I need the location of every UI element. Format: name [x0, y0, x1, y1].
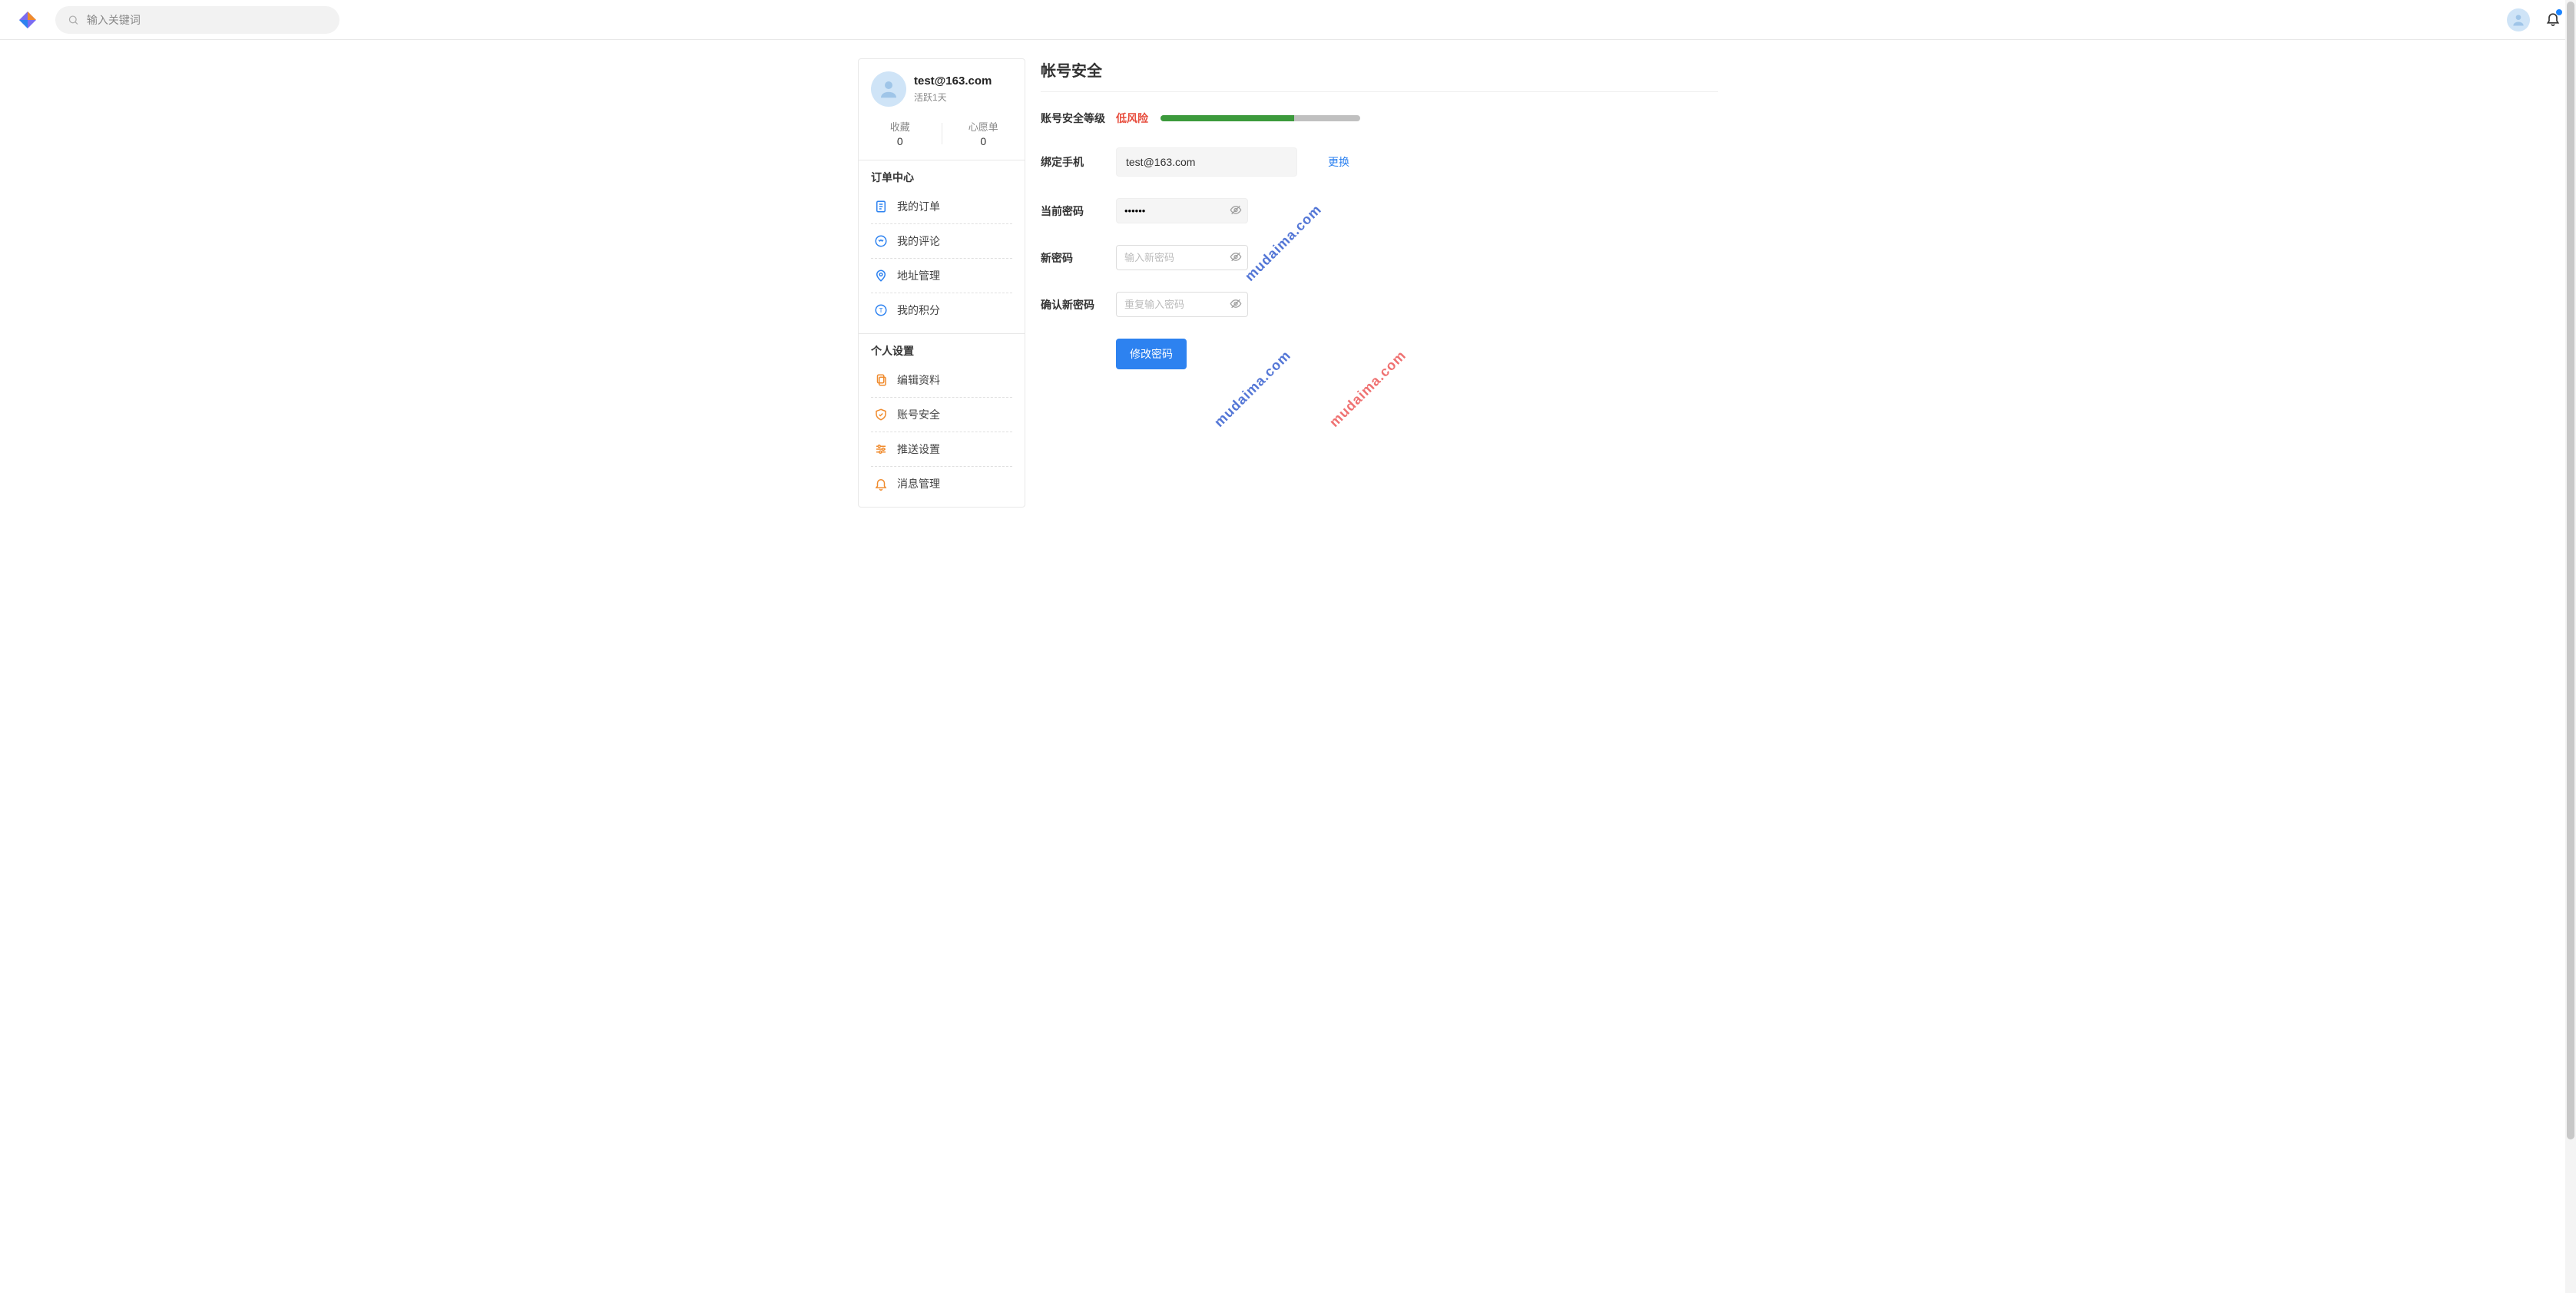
sidebar-item-label: 地址管理 — [897, 268, 940, 283]
search-input[interactable] — [87, 14, 327, 26]
profile-activity: 活跃1天 — [914, 91, 992, 104]
sidebar-item-label: 编辑资料 — [897, 372, 940, 388]
sidebar-item-edit-profile[interactable]: 编辑资料 — [871, 363, 1012, 398]
stat-favorites[interactable]: 收藏 0 — [859, 119, 942, 147]
logo-icon — [18, 10, 38, 30]
edit-icon — [874, 373, 888, 387]
row-confirm-password: 确认新密码 — [1041, 292, 1718, 317]
notification-button[interactable] — [2545, 11, 2561, 28]
watermark: mudaima.com — [1326, 347, 1409, 430]
points-icon: T — [874, 303, 888, 317]
avatar-icon — [877, 78, 900, 101]
sidebar-section-orders: 订单中心 我的订单 我的评论 地址管理 T — [859, 160, 1025, 333]
sidebar-item-messages[interactable]: 消息管理 — [871, 467, 1012, 501]
security-level-value: 低风险 — [1116, 111, 1148, 126]
bind-phone-value: test@163.com — [1116, 147, 1297, 177]
eye-icon[interactable] — [1230, 203, 1242, 218]
search-box[interactable] — [55, 6, 339, 34]
profile-name: test@163.com — [914, 74, 992, 88]
sidebar: test@163.com 活跃1天 收藏 0 心愿单 0 订单中心 我的订单 — [858, 58, 1025, 508]
page-title: 帐号安全 — [1041, 58, 1718, 92]
sidebar-item-label: 账号安全 — [897, 407, 940, 422]
avatar[interactable] — [2507, 8, 2530, 31]
section-title: 订单中心 — [871, 170, 1012, 185]
comment-icon — [874, 234, 888, 248]
stat-value: 0 — [859, 135, 942, 147]
current-password-input[interactable] — [1116, 198, 1248, 223]
confirm-password-input[interactable] — [1116, 292, 1248, 317]
row-new-password: 新密码 — [1041, 245, 1718, 270]
section-title: 个人设置 — [871, 343, 1012, 359]
svg-text:T: T — [879, 307, 882, 314]
scrollbar-thumb[interactable] — [2567, 2, 2574, 1139]
label-security-level: 账号安全等级 — [1041, 111, 1116, 126]
sidebar-item-label: 我的积分 — [897, 303, 940, 318]
change-link[interactable]: 更换 — [1328, 154, 1349, 170]
sidebar-item-label: 消息管理 — [897, 476, 940, 491]
stat-label: 收藏 — [859, 119, 942, 134]
sidebar-item-points[interactable]: T 我的积分 — [871, 293, 1012, 327]
sidebar-item-label: 我的订单 — [897, 199, 940, 214]
eye-icon[interactable] — [1230, 297, 1242, 312]
scrollbar[interactable] — [2565, 0, 2576, 1293]
notification-dot — [2556, 9, 2562, 15]
avatar-icon — [2511, 12, 2526, 28]
sidebar-item-label: 推送设置 — [897, 441, 940, 457]
label-bind-phone: 绑定手机 — [1041, 154, 1116, 170]
search-icon — [68, 14, 79, 26]
label-current-password: 当前密码 — [1041, 203, 1116, 219]
main: 帐号安全 账号安全等级 低风险 绑定手机 test@163.com 更换 当前密… — [1041, 58, 1718, 508]
location-icon — [874, 269, 888, 283]
profile-stats: 收藏 0 心愿单 0 — [859, 114, 1025, 160]
profile-card: test@163.com 活跃1天 — [859, 59, 1025, 114]
sidebar-item-label: 我的评论 — [897, 233, 940, 249]
stat-value: 0 — [942, 135, 1025, 147]
stat-label: 心愿单 — [942, 119, 1025, 134]
header-right — [2507, 8, 2561, 31]
order-icon — [874, 200, 888, 213]
row-security-level: 账号安全等级 低风险 — [1041, 111, 1718, 126]
watermark: mudaima.com — [1211, 347, 1294, 430]
container: test@163.com 活跃1天 收藏 0 心愿单 0 订单中心 我的订单 — [858, 40, 1718, 508]
submit-button[interactable]: 修改密码 — [1116, 339, 1187, 369]
bell-icon — [874, 477, 888, 491]
row-bind-phone: 绑定手机 test@163.com 更换 — [1041, 147, 1718, 177]
sidebar-item-address[interactable]: 地址管理 — [871, 259, 1012, 293]
label-new-password: 新密码 — [1041, 250, 1116, 266]
header — [0, 0, 2576, 40]
row-current-password: 当前密码 — [1041, 198, 1718, 223]
shield-icon — [874, 408, 888, 422]
sidebar-item-my-orders[interactable]: 我的订单 — [871, 190, 1012, 224]
security-progress — [1161, 115, 1360, 121]
stat-wishlist[interactable]: 心愿单 0 — [942, 119, 1025, 147]
avatar-large — [871, 71, 906, 107]
eye-icon[interactable] — [1230, 250, 1242, 265]
logo[interactable] — [15, 8, 40, 32]
settings-icon — [874, 442, 888, 456]
label-confirm-password: 确认新密码 — [1041, 297, 1116, 313]
new-password-input[interactable] — [1116, 245, 1248, 270]
sidebar-item-my-comments[interactable]: 我的评论 — [871, 224, 1012, 259]
sidebar-section-settings: 个人设置 编辑资料 账号安全 推送设置 — [859, 333, 1025, 507]
security-progress-fill — [1161, 115, 1294, 121]
sidebar-item-push[interactable]: 推送设置 — [871, 432, 1012, 467]
sidebar-item-security[interactable]: 账号安全 — [871, 398, 1012, 432]
